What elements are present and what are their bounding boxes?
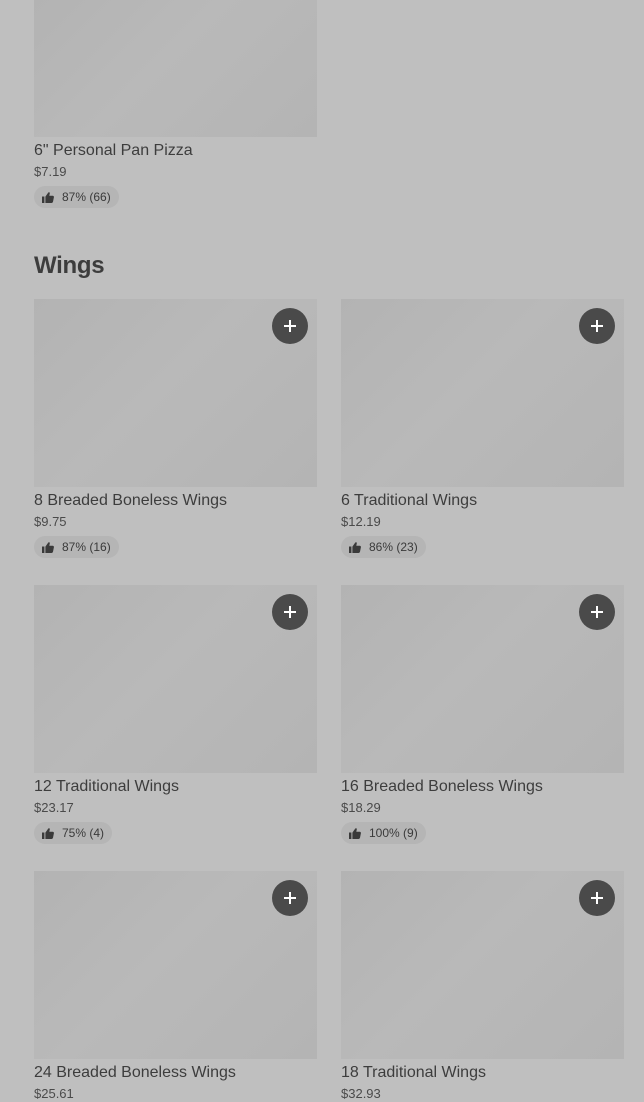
add-to-cart-button[interactable] <box>579 880 615 916</box>
item-image[interactable] <box>34 871 317 1059</box>
thumbs-up-icon <box>349 541 361 553</box>
item-name: 16 Breaded Boneless Wings <box>341 778 543 795</box>
menu-item-card[interactable]: 24 Breaded Boneless Wings $25.61 <box>34 871 317 1102</box>
add-to-cart-button[interactable] <box>579 308 615 344</box>
rating-badge: 100% (9) <box>341 822 426 844</box>
thumbs-up-icon <box>349 827 361 839</box>
rating-text: 86% (23) <box>369 540 418 554</box>
menu-item-card[interactable]: 6" Personal Pan Pizza $7.19 87% (66) <box>34 0 317 208</box>
section-title-wings: Wings <box>34 252 105 279</box>
thumbs-up-icon <box>42 191 54 203</box>
menu-item-card[interactable]: 8 Breaded Boneless Wings $9.75 87% (16) <box>34 299 317 558</box>
rating-badge: 87% (16) <box>34 536 119 558</box>
rating-badge: 87% (66) <box>34 186 119 208</box>
thumbs-up-icon <box>42 827 54 839</box>
item-name: 6" Personal Pan Pizza <box>34 142 193 159</box>
rating-text: 100% (9) <box>369 826 418 840</box>
item-image[interactable] <box>341 871 624 1059</box>
rating-text: 75% (4) <box>62 826 105 840</box>
item-price: $23.17 <box>34 800 74 815</box>
add-to-cart-button[interactable] <box>272 308 308 344</box>
item-price: $9.75 <box>34 514 67 529</box>
item-image[interactable] <box>341 299 624 487</box>
item-name: 6 Traditional Wings <box>341 492 478 509</box>
add-to-cart-button[interactable] <box>272 594 308 630</box>
item-name: 18 Traditional Wings <box>341 1064 486 1081</box>
item-name: 12 Traditional Wings <box>34 778 179 795</box>
item-price: $7.19 <box>34 164 67 179</box>
rating-badge: 86% (23) <box>341 536 426 558</box>
item-image[interactable] <box>34 299 317 487</box>
menu-item-card[interactable]: 6 Traditional Wings $12.19 86% (23) <box>341 299 624 558</box>
menu-item-card[interactable]: 16 Breaded Boneless Wings $18.29 100% (9… <box>341 585 624 844</box>
add-to-cart-button[interactable] <box>579 594 615 630</box>
item-image[interactable] <box>341 585 624 773</box>
rating-text: 87% (66) <box>62 190 111 204</box>
thumbs-up-icon <box>42 541 54 553</box>
plus-icon <box>591 892 603 904</box>
plus-icon <box>591 320 603 332</box>
menu-item-card[interactable]: 12 Traditional Wings $23.17 75% (4) <box>34 585 317 844</box>
menu-item-card[interactable]: 18 Traditional Wings $32.93 <box>341 871 624 1102</box>
rating-text: 87% (16) <box>62 540 111 554</box>
plus-icon <box>591 606 603 618</box>
item-name: 8 Breaded Boneless Wings <box>34 492 227 509</box>
item-name: 24 Breaded Boneless Wings <box>34 1064 236 1081</box>
plus-icon <box>284 892 296 904</box>
add-to-cart-button[interactable] <box>272 880 308 916</box>
item-image[interactable] <box>34 0 317 137</box>
plus-icon <box>284 606 296 618</box>
rating-badge: 75% (4) <box>34 822 113 844</box>
item-price: $12.19 <box>341 514 381 529</box>
item-image[interactable] <box>34 585 317 773</box>
item-price: $18.29 <box>341 800 381 815</box>
plus-icon <box>284 320 296 332</box>
